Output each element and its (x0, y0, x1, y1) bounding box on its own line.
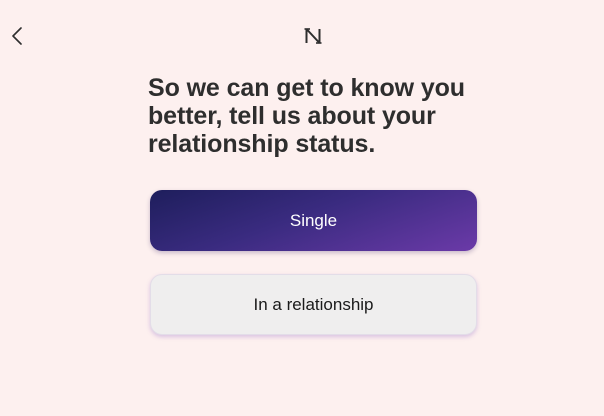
chevron-left-icon (12, 27, 22, 45)
option-single-button[interactable]: Single (150, 190, 477, 251)
option-in-a-relationship-button[interactable]: In a relationship (150, 274, 477, 335)
page-title: So we can get to know you better, tell u… (148, 74, 465, 158)
option-label: Single (289, 210, 338, 230)
option-label: In a relationship (253, 294, 374, 314)
back-button[interactable] (6, 24, 28, 48)
brand-logo-icon (304, 28, 322, 44)
